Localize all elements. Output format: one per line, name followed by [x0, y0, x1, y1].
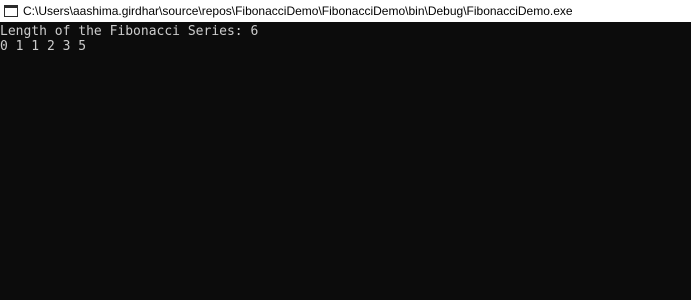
window-title: C:\Users\aashima.girdhar\source\repos\Fi… — [23, 4, 573, 18]
console-line-prompt: Length of the Fibonacci Series: 6 — [0, 24, 259, 39]
console-line-series: 0 1 1 2 3 5 — [0, 39, 87, 54]
console-window: C:\Users\aashima.girdhar\source\repos\Fi… — [0, 0, 691, 300]
console-window-icon[interactable] — [4, 5, 18, 17]
title-bar[interactable]: C:\Users\aashima.girdhar\source\repos\Fi… — [0, 0, 691, 22]
console-output[interactable]: Length of the Fibonacci Series: 6 0 1 1 … — [0, 22, 691, 300]
